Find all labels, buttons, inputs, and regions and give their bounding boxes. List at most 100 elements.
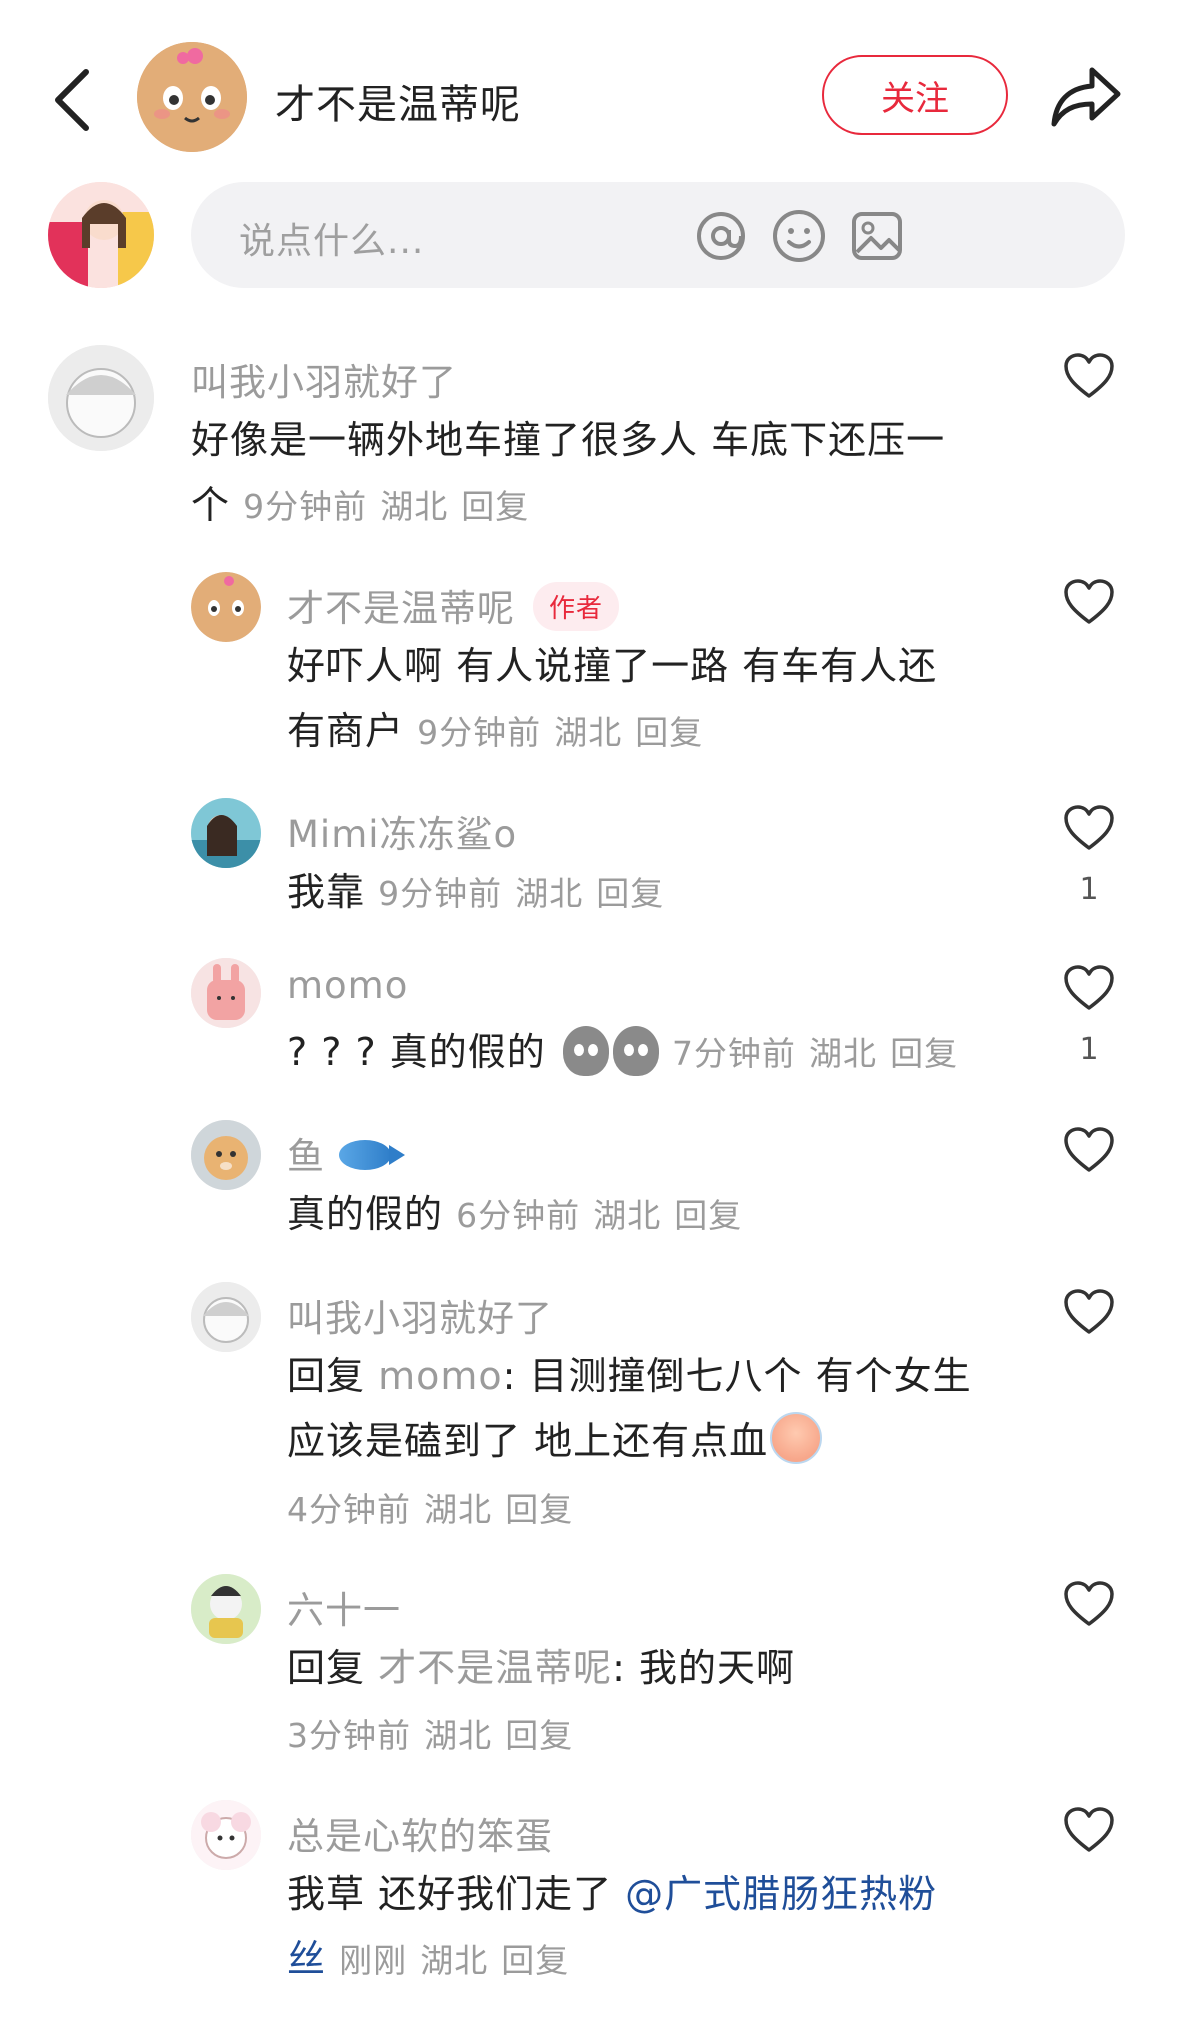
reply-button[interactable]: 回复 <box>505 1490 573 1529</box>
reply-target-user[interactable]: 才不是温蒂呢 <box>378 1646 612 1690</box>
comment-location: 湖北 <box>380 487 449 526</box>
like-count: 1 <box>1079 872 1099 907</box>
image-icon[interactable] <box>849 208 905 264</box>
avatar-image <box>48 182 154 288</box>
heart-icon[interactable] <box>1063 804 1115 852</box>
avatar-image <box>191 1574 261 1644</box>
avatar-image <box>191 1282 261 1352</box>
follow-button[interactable]: 关注 <box>822 55 1008 135</box>
comment-location: 湖北 <box>593 1196 662 1235</box>
comment-text: 好像是一辆外地车撞了很多人 车底下还压一 个 9分钟前 湖北 回复 <box>191 408 945 539</box>
avatar-image <box>191 798 261 868</box>
comment-location: 湖北 <box>515 874 584 913</box>
user-avatar[interactable] <box>191 798 261 868</box>
comment-username[interactable]: 总是心软的笨蛋 <box>287 1806 553 1860</box>
comment-location: 湖北 <box>424 1716 493 1755</box>
reply-button[interactable]: 回复 <box>461 487 529 526</box>
reply-button[interactable]: 回复 <box>505 1716 573 1755</box>
at-icon[interactable] <box>693 208 749 264</box>
comment-text-body: 真的假的 <box>287 1192 444 1236</box>
comment-meta: 4分钟前 湖北 回复 <box>287 1476 573 1542</box>
back-button[interactable] <box>40 60 110 140</box>
heart-icon[interactable] <box>1063 1288 1115 1336</box>
comment-time: 9分钟前 <box>378 874 503 913</box>
avatar-image <box>191 1800 261 1870</box>
reply-target-user[interactable]: momo <box>378 1354 503 1398</box>
sticker-emoji <box>562 1025 609 1076</box>
comment-time: 3分钟前 <box>287 1716 411 1755</box>
avatar-image <box>191 1120 261 1190</box>
avatar-image <box>137 42 247 152</box>
avatar-image <box>191 572 261 642</box>
comment-username[interactable]: 叫我小羽就好了 <box>287 1288 553 1342</box>
crying-emoji <box>770 1411 823 1464</box>
comment-username[interactable]: 鱼 <box>287 1126 405 1180</box>
heart-icon[interactable] <box>1063 578 1115 626</box>
comment-location: 湖北 <box>424 1490 493 1529</box>
comment-text: 我靠 9分钟前 湖北 回复 <box>287 860 664 926</box>
comment-username[interactable]: 叫我小羽就好了 <box>191 352 457 406</box>
comment-username[interactable]: 六十一 <box>287 1580 401 1634</box>
comment-time: 4分钟前 <box>287 1490 411 1529</box>
reply-prefix: 回复 <box>287 1354 366 1398</box>
heart-icon[interactable] <box>1063 1806 1115 1854</box>
comment-username[interactable]: 才不是温蒂呢 作者 <box>287 578 620 635</box>
user-avatar[interactable] <box>191 1574 261 1644</box>
heart-icon[interactable] <box>1063 964 1115 1012</box>
avatar-image <box>48 345 154 451</box>
back-icon <box>55 69 89 131</box>
comment-text-body: 我靠 <box>287 870 366 914</box>
comment-username-text: 鱼 <box>287 1135 325 1178</box>
comment-text: 回复 才不是温蒂呢: 我的天啊 <box>287 1636 795 1701</box>
user-avatar[interactable] <box>191 1120 261 1190</box>
user-mention-continued[interactable]: 丝 <box>287 1937 326 1981</box>
comment-input[interactable]: 说点什么... <box>191 182 1125 288</box>
comment-time: 刚刚 <box>339 1941 408 1980</box>
comment-location: 湖北 <box>809 1034 878 1073</box>
comment-text: ? ? ? 真的假的 7分钟前 湖北 回复 <box>287 1020 958 1086</box>
like-count: 1 <box>1079 1032 1099 1067</box>
comment-username[interactable]: momo <box>287 964 408 1007</box>
comment-time: 7分钟前 <box>671 1034 796 1073</box>
comment-text-line2: 个 <box>191 483 231 527</box>
reply-button[interactable]: 回复 <box>890 1034 958 1073</box>
reply-button[interactable]: 回复 <box>635 713 703 752</box>
user-avatar[interactable] <box>191 1282 261 1352</box>
user-avatar[interactable] <box>48 345 154 451</box>
comment-text-line2: 有商户 <box>287 709 405 753</box>
user-avatar[interactable] <box>191 958 261 1028</box>
comment-time: 6分钟前 <box>456 1196 581 1235</box>
comment-text-body: : 我的天啊 <box>612 1646 796 1690</box>
avatar-image <box>191 958 261 1028</box>
my-avatar[interactable] <box>48 182 154 288</box>
reply-prefix: 回复 <box>287 1646 366 1690</box>
comment-text-line1: : 目测撞倒七八个 有个女生 <box>502 1354 972 1398</box>
comment-placeholder: 说点什么... <box>239 221 425 262</box>
comment-text: 好吓人啊 有人说撞了一路 有车有人还 有商户 9分钟前 湖北 回复 <box>287 634 937 765</box>
comment-text-line1: 好像是一辆外地车撞了很多人 车底下还压一 <box>191 418 946 462</box>
author-badge: 作者 <box>533 582 620 631</box>
comment-text-line1: 好吓人啊 有人说撞了一路 有车有人还 <box>287 644 938 688</box>
author-name[interactable]: 才不是温蒂呢 <box>275 72 521 130</box>
sticker-emoji <box>612 1025 659 1076</box>
reply-button[interactable]: 回复 <box>501 1941 569 1980</box>
comment-text: 真的假的 6分钟前 湖北 回复 <box>287 1182 742 1248</box>
reply-button[interactable]: 回复 <box>596 874 664 913</box>
comment-text-body: ? ? ? 真的假的 <box>287 1030 546 1074</box>
user-avatar[interactable] <box>191 1800 261 1870</box>
heart-icon[interactable] <box>1063 1580 1115 1628</box>
comment-username[interactable]: Mimi冻冻鲨o <box>287 804 517 858</box>
comment-text: 我草 还好我们走了 @广式腊肠狂热粉 丝 刚刚 湖北 回复 <box>287 1862 937 1993</box>
user-avatar[interactable] <box>191 572 261 642</box>
reply-button[interactable]: 回复 <box>674 1196 742 1235</box>
user-mention[interactable]: @广式腊肠狂热粉 <box>625 1872 937 1916</box>
fish-emoji <box>339 1139 405 1170</box>
emoji-icon[interactable] <box>771 208 827 264</box>
heart-icon[interactable] <box>1063 1126 1115 1174</box>
comment-text-line1: 我草 还好我们走了 <box>287 1872 626 1916</box>
comment-username-text: 才不是温蒂呢 <box>287 587 515 630</box>
comment-text-line2: 应该是磕到了 地上还有点血 <box>287 1419 769 1463</box>
author-avatar[interactable] <box>137 42 247 152</box>
share-button[interactable] <box>1048 62 1124 132</box>
heart-icon[interactable] <box>1063 352 1115 400</box>
